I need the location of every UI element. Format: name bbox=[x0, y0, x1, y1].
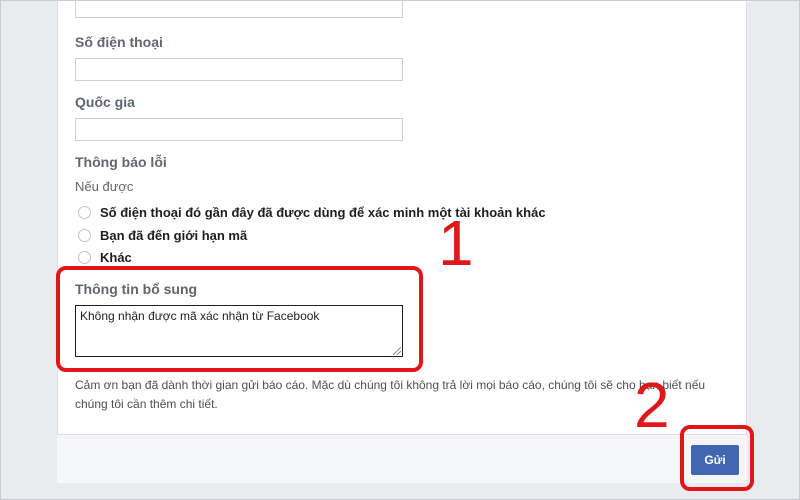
previous-field-input[interactable] bbox=[75, 1, 403, 18]
radio-button[interactable] bbox=[78, 228, 91, 242]
phone-label: Số điện thoại bbox=[75, 34, 163, 50]
radio-option-label: Bạn đã đến giới hạn mã bbox=[100, 227, 248, 243]
if-applicable-hint: Nếu được bbox=[75, 179, 134, 194]
form-footer bbox=[57, 434, 747, 483]
country-label: Quốc gia bbox=[75, 94, 135, 110]
radio-option-code-limit[interactable]: Bạn đã đến giới hạn mã bbox=[78, 226, 247, 244]
country-input[interactable] bbox=[75, 118, 403, 141]
highlight-box-submit bbox=[680, 425, 754, 491]
highlight-box-additional-info bbox=[56, 266, 423, 372]
step-number-1: 1 bbox=[438, 207, 474, 279]
radio-button[interactable] bbox=[78, 250, 91, 264]
phone-input[interactable] bbox=[75, 58, 403, 81]
page-frame: Số điện thoại Quốc gia Thông báo lỗi Nếu… bbox=[0, 0, 800, 500]
radio-option-phone-used[interactable]: Số điện thoại đó gần đây đã được dùng để… bbox=[78, 203, 546, 221]
radio-option-label: Khác bbox=[100, 249, 132, 265]
step-number-2: 2 bbox=[634, 369, 670, 441]
radio-button[interactable] bbox=[78, 205, 91, 219]
radio-option-label: Số điện thoại đó gần đây đã được dùng để… bbox=[100, 204, 546, 220]
radio-option-other[interactable]: Khác bbox=[78, 248, 132, 266]
error-message-label: Thông báo lỗi bbox=[75, 154, 167, 170]
